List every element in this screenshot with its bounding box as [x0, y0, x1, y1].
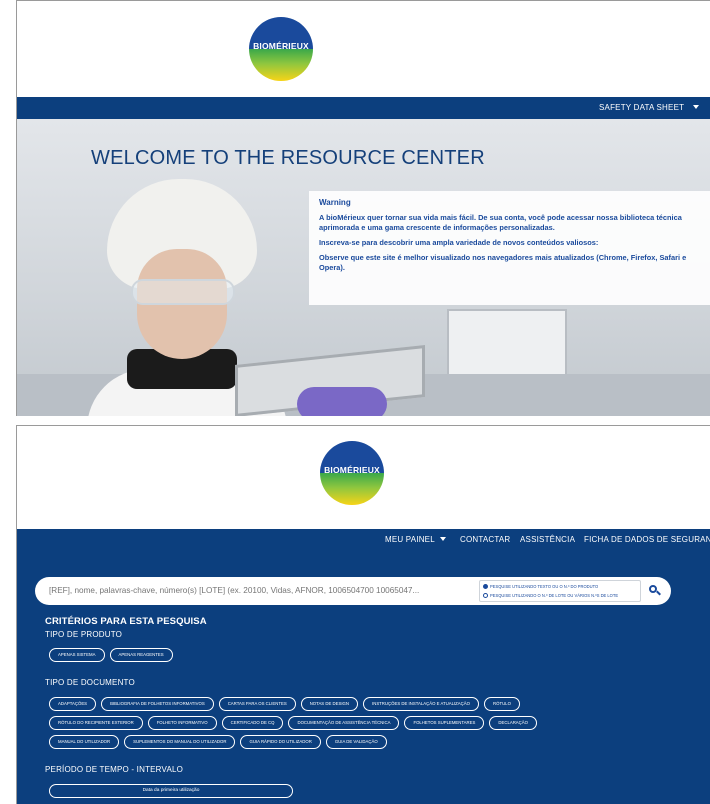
filter-pill[interactable]: APENAS SISTEMA: [49, 648, 105, 662]
search-button[interactable]: [643, 580, 665, 602]
filter-pill[interactable]: BIBLIOGRAFIA DE FOLHETOS INFORMATIVOS: [101, 697, 214, 711]
filter-pill[interactable]: GUIA RÁPIDO DO UTILIZADOR: [240, 735, 321, 749]
nav-item-assistencia[interactable]: ASSISTÊNCIA: [520, 535, 575, 544]
filter-pill[interactable]: ADAPTAÇÕES: [49, 697, 97, 711]
filter-pill[interactable]: INSTRUÇÕES DE INSTALAÇÃO E ATUALIZAÇÃO: [363, 697, 479, 711]
biomerieux-logo[interactable]: BIOMÉRIEUX: [249, 17, 313, 81]
product-type-filters: APENAS SISTEMA APENAS REAGENTES: [49, 648, 173, 662]
criteria-heading: CRITÉRIOS PARA ESTA PESQUISA: [45, 616, 207, 627]
resource-center-welcome-screen: BIOMÉRIEUX SAFETY DATA SHEET WELCOME TO …: [16, 0, 710, 416]
document-type-filters-row-1: ADAPTAÇÕES BIBLIOGRAFIA DE FOLHETOS INFO…: [49, 697, 520, 711]
document-type-filters-row-3: MANUAL DO UTILIZADOR SUPLEMENTOS DO MANU…: [49, 735, 387, 749]
document-type-label: TIPO DE DOCUMENTO: [45, 678, 135, 687]
filter-pill[interactable]: FOLHETO INFORMATIVO: [147, 716, 217, 730]
resource-center-search-screen: BIOMÉRIEUX MEU PAINEL CONTACTAR ASSISTÊN…: [16, 425, 710, 804]
chevron-down-icon[interactable]: [693, 105, 699, 109]
filter-pill[interactable]: CARTAS PARA OS CLIENTES: [218, 697, 296, 711]
product-type-label: TIPO DE PRODUTO: [45, 630, 123, 639]
warning-panel: Warning A bioMérieux quer tornar sua vid…: [309, 191, 710, 305]
search-mode-options: PESQUISE UTILIZANDO TEXTO OU O N.º DO PR…: [479, 580, 641, 602]
document-type-filters-row-2: RÓTULO DO RECIPIENTE EXTERIOR FOLHETO IN…: [49, 716, 537, 730]
hero-banner: WELCOME TO THE RESOURCE CENTER Warning A…: [17, 119, 710, 416]
radio-search-by-text[interactable]: PESQUISE UTILIZANDO TEXTO OU O N.º DO PR…: [483, 584, 598, 589]
filter-pill[interactable]: MANUAL DO UTILIZADOR: [49, 735, 120, 749]
logo-text: BIOMÉRIEUX: [253, 41, 309, 51]
nav-item-contactar[interactable]: CONTACTAR: [460, 535, 510, 544]
background-lab-equipment: [447, 309, 567, 379]
radio-unselected-icon[interactable]: [483, 593, 488, 598]
header: BIOMÉRIEUX: [17, 426, 710, 529]
warning-text-2: Inscreva-se para descobrir uma ampla var…: [319, 238, 599, 247]
warning-text-1: A bioMérieux quer tornar sua vida mais f…: [319, 213, 682, 232]
radio-search-by-lot[interactable]: PESQUISE UTILIZANDO O N.º DE LOTE OU VÁR…: [483, 593, 618, 598]
purple-glove: [297, 387, 387, 416]
filter-pill[interactable]: RÓTULO DO RECIPIENTE EXTERIOR: [49, 716, 143, 730]
nav-item-ficha-de-dados[interactable]: FICHA DE DADOS DE SEGURANÇA (F: [584, 535, 710, 544]
chevron-down-icon[interactable]: [440, 537, 446, 541]
filter-pill[interactable]: APENAS REAGENTES: [109, 648, 173, 662]
warning-title: Warning: [319, 198, 351, 207]
radio-selected-icon[interactable]: [483, 584, 488, 589]
search-input[interactable]: [49, 586, 469, 595]
top-navbar: SAFETY DATA SHEET: [17, 97, 710, 119]
first-use-date-filter[interactable]: Data da primeira utilização: [49, 784, 293, 798]
nav-item-safety-data-sheet[interactable]: SAFETY DATA SHEET: [599, 103, 684, 112]
biomerieux-logo[interactable]: BIOMÉRIEUX: [320, 441, 384, 505]
filter-pill[interactable]: SUPLEMENTOS DO MANUAL DO UTILIZADOR: [124, 735, 236, 749]
filter-pill[interactable]: NOTAS DE DESIGN: [300, 697, 359, 711]
header: BIOMÉRIEUX: [17, 1, 710, 97]
filter-pill[interactable]: DOCUMENTAÇÃO DE ASSISTÊNCIA TÉCNICA: [288, 716, 400, 730]
search-section: PESQUISE UTILIZANDO TEXTO OU O N.º DO PR…: [17, 551, 710, 804]
logo-text: BIOMÉRIEUX: [324, 465, 380, 475]
nav-item-meu-painel[interactable]: MEU PAINEL: [385, 535, 435, 544]
filter-pill[interactable]: GUIA DE VALIDAÇÃO: [325, 735, 387, 749]
filter-pill[interactable]: FOLHETOS SUPLEMENTARES: [404, 716, 485, 730]
period-label: PERÍODO DE TEMPO - INTERVALO: [45, 765, 184, 774]
top-navbar: MEU PAINEL CONTACTAR ASSISTÊNCIA FICHA D…: [17, 529, 710, 551]
search-bar: PESQUISE UTILIZANDO TEXTO OU O N.º DO PR…: [35, 577, 671, 605]
filter-pill[interactable]: RÓTULO: [484, 697, 520, 711]
filter-pill[interactable]: DECLARAÇÃO: [489, 716, 537, 730]
filter-pill[interactable]: CERTIFICADO DE CQ: [221, 716, 284, 730]
page-title: WELCOME TO THE RESOURCE CENTER: [91, 147, 485, 169]
warning-text-3: Observe que este site é melhor visualiza…: [319, 253, 687, 272]
